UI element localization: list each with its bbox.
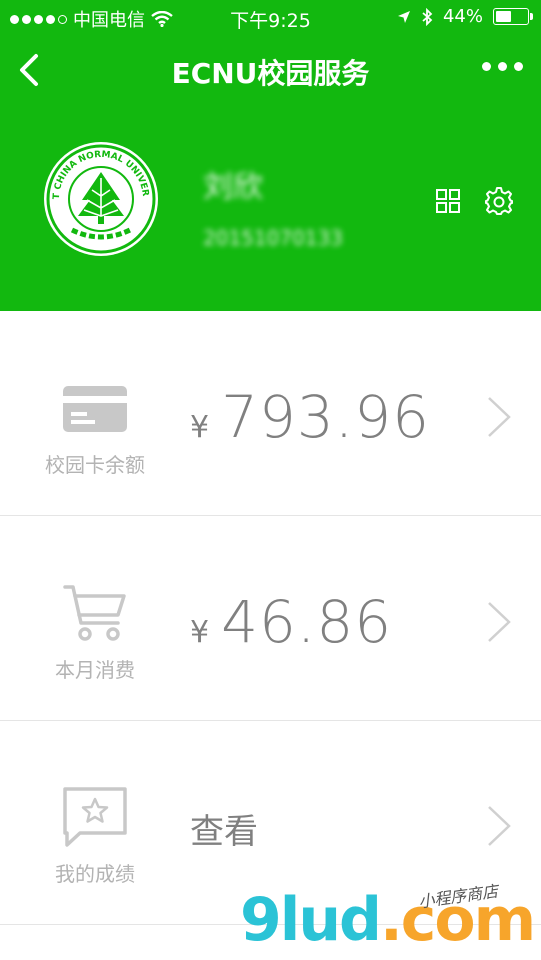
spending-amount: 46.86 <box>221 588 393 656</box>
bluetooth-icon <box>422 7 433 26</box>
row-label: 本月消费 <box>55 658 135 682</box>
nav-bar: ECNU校园服务 <box>0 36 541 106</box>
page-title: ECNU校园服务 <box>171 57 370 90</box>
view-grades-link[interactable]: 查看 <box>190 804 258 853</box>
card-balance-row[interactable]: 校园卡余额 ¥ 793.96 <box>0 311 541 516</box>
chevron-right-icon <box>488 602 511 642</box>
student-id: 20151070133 <box>203 226 343 250</box>
watermark: 9lud.com 小程序商店 <box>240 882 541 960</box>
university-logo: EAST CHINA NORMAL UNIVERSITY <box>42 140 158 256</box>
battery-percent: 44% <box>442 6 483 27</box>
user-name: 刘欣 <box>203 170 263 205</box>
chevron-right-icon <box>488 806 511 846</box>
row-label: 校园卡余额 <box>45 453 145 477</box>
cart-icon <box>63 585 126 641</box>
more-options-button[interactable] <box>482 62 523 71</box>
currency-symbol: ¥ <box>190 410 210 445</box>
watermark-main: 9lud <box>240 885 382 955</box>
gear-icon[interactable] <box>484 186 514 216</box>
battery-icon <box>493 8 533 25</box>
card-icon <box>63 386 127 432</box>
currency-symbol: ¥ <box>190 615 210 650</box>
status-bar: 中国电信 下午9:25 44% <box>0 0 541 36</box>
location-arrow-icon <box>397 10 410 23</box>
grid-icon[interactable] <box>436 189 460 213</box>
chevron-right-icon <box>488 397 511 437</box>
balance-amount: 793.96 <box>221 383 431 451</box>
row-label: 我的成绩 <box>55 862 135 886</box>
profile-header: 中国电信 下午9:25 44% ECNU校园服务 T CHINA NORMAL … <box>0 0 541 311</box>
monthly-spending-row[interactable]: 本月消费 ¥ 46.86 <box>0 516 541 721</box>
star-chat-icon <box>63 787 127 847</box>
